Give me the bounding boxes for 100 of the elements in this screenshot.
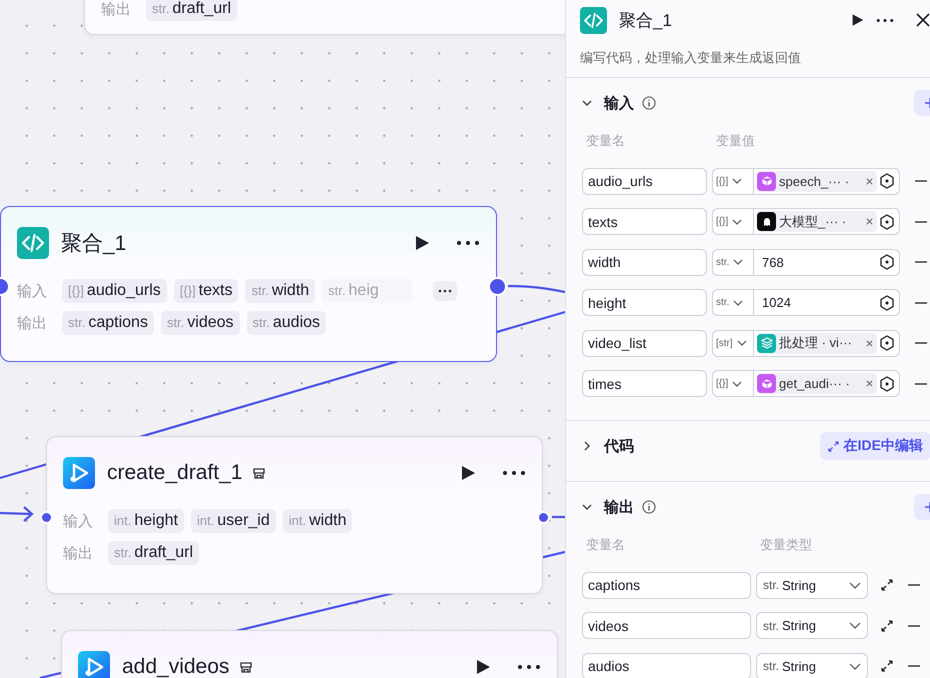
variable-tag: str. draft_url bbox=[108, 541, 200, 565]
reference-tag[interactable]: speech_··· · bbox=[757, 170, 877, 192]
name-field[interactable]: texts bbox=[582, 208, 707, 236]
variable-tag: str. videos bbox=[160, 311, 240, 335]
code-icon bbox=[17, 227, 49, 259]
caret-icon bbox=[849, 582, 861, 589]
connector-arrow bbox=[0, 506, 34, 522]
section-title: 代码 bbox=[604, 436, 634, 456]
info-icon bbox=[642, 500, 656, 514]
variable-picker-icon[interactable] bbox=[879, 335, 895, 352]
node-title: 聚合_1 bbox=[61, 231, 126, 257]
value-text[interactable]: 1024 bbox=[754, 295, 879, 310]
more-icon[interactable] bbox=[502, 470, 526, 476]
type-select[interactable]: [{}] bbox=[713, 168, 754, 194]
type-select[interactable]: str. bbox=[713, 290, 754, 316]
edit-in-ide-button[interactable]: 在IDE中编辑 bbox=[820, 432, 930, 460]
variable-picker-icon[interactable] bbox=[879, 173, 895, 190]
remove-icon[interactable] bbox=[915, 261, 927, 264]
name-field[interactable]: width bbox=[582, 248, 707, 276]
remove-icon[interactable] bbox=[915, 220, 927, 223]
remove-icon[interactable] bbox=[915, 342, 927, 344]
chevron-icon[interactable] bbox=[582, 98, 592, 108]
more-icon[interactable] bbox=[456, 240, 480, 246]
run-button[interactable] bbox=[851, 13, 864, 27]
type-select[interactable]: str. String bbox=[756, 612, 868, 640]
expand-icon[interactable] bbox=[881, 579, 893, 592]
node-card[interactable]: 聚合_1 输入 [{}] audio_urls [{}] texts str. width str. heig 输出 str. captions str. videos str. audios bbox=[0, 206, 497, 362]
name-field[interactable]: audios bbox=[582, 652, 751, 678]
clear-icon[interactable] bbox=[866, 380, 873, 388]
remove-icon[interactable] bbox=[908, 584, 920, 586]
type-select[interactable]: str. String bbox=[756, 652, 868, 678]
variable-tag: int. user_id bbox=[190, 509, 276, 533]
variable-picker-icon[interactable] bbox=[879, 254, 895, 270]
name-field[interactable]: audio_urls bbox=[582, 168, 707, 195]
variable-picker-icon[interactable] bbox=[879, 214, 895, 230]
reference-tag[interactable]: 大模型_··· · bbox=[757, 211, 877, 232]
type-select[interactable]: str. String bbox=[756, 572, 868, 599]
info-icon bbox=[642, 96, 656, 110]
name-field[interactable]: captions bbox=[582, 572, 751, 599]
port-dot[interactable] bbox=[40, 510, 52, 524]
remove-icon[interactable] bbox=[915, 180, 927, 182]
type-select[interactable]: [{}] bbox=[713, 209, 754, 234]
remove-icon[interactable] bbox=[908, 665, 920, 668]
column-header: 变量名 bbox=[586, 132, 626, 150]
close-icon[interactable] bbox=[916, 13, 930, 27]
name-field[interactable]: video_list bbox=[582, 330, 707, 357]
node-title: create_draft_1 bbox=[107, 461, 242, 485]
type-select[interactable]: [{}] bbox=[713, 371, 754, 396]
reference-tag[interactable]: 批处理 · vi··· bbox=[757, 332, 877, 354]
variable-tag: str. heig bbox=[322, 279, 412, 303]
expand-icon[interactable] bbox=[881, 620, 893, 632]
name-field[interactable]: height bbox=[582, 289, 707, 316]
column-header: 变量名 bbox=[586, 536, 626, 554]
expand-icon[interactable] bbox=[881, 660, 893, 672]
variable-picker-icon[interactable] bbox=[879, 294, 895, 311]
chevron-icon[interactable] bbox=[582, 502, 592, 512]
type-select[interactable]: [str] bbox=[713, 330, 754, 356]
variable-picker-icon[interactable] bbox=[879, 376, 895, 392]
connector-line bbox=[552, 516, 565, 518]
panel-description: 编写代码，处理输入变量来生成返回值 bbox=[566, 40, 930, 78]
run-button[interactable] bbox=[460, 465, 476, 481]
row-label: 输出 bbox=[101, 0, 132, 18]
reference-tag[interactable]: get_audi··· · bbox=[757, 373, 877, 394]
section-title: 输入 bbox=[604, 94, 634, 112]
connector-line bbox=[508, 284, 565, 294]
remove-icon[interactable] bbox=[915, 302, 927, 304]
panel-title: 聚合_1 bbox=[619, 10, 672, 32]
code-icon bbox=[580, 6, 607, 34]
node-card[interactable]: 输出 str. draft_url bbox=[84, 0, 565, 35]
variable-tag: str. audios bbox=[246, 311, 326, 335]
remove-icon[interactable] bbox=[908, 624, 920, 627]
caret-icon bbox=[732, 218, 742, 225]
more-icon[interactable] bbox=[876, 18, 894, 22]
caret-icon bbox=[736, 340, 747, 346]
variable-tag: str. captions bbox=[62, 311, 154, 335]
clear-icon[interactable] bbox=[866, 218, 873, 226]
run-button[interactable] bbox=[475, 659, 491, 675]
chevron-icon[interactable] bbox=[582, 441, 592, 451]
clear-icon[interactable] bbox=[866, 340, 873, 347]
variable-tag: str. width bbox=[245, 279, 316, 303]
node-title: add_videos bbox=[122, 655, 230, 678]
plugin-store-icon bbox=[239, 660, 254, 674]
variable-tag: int. height bbox=[108, 509, 184, 533]
dots-icon bbox=[438, 289, 452, 293]
name-field[interactable]: videos bbox=[582, 612, 751, 640]
column-header: 变量类型 bbox=[760, 536, 812, 554]
name-field[interactable]: times bbox=[582, 370, 707, 398]
node-card[interactable]: create_draft_1 输入 int. height int. user_id int. width 输出 str. draft_url bbox=[46, 436, 543, 594]
node-card[interactable]: add_videos bbox=[61, 630, 558, 678]
run-button[interactable] bbox=[414, 235, 430, 251]
variable-tag: [{}] audio_urls bbox=[62, 279, 167, 303]
variable-tag: int. width bbox=[282, 509, 352, 533]
clear-icon[interactable] bbox=[866, 178, 873, 185]
more-icon[interactable] bbox=[517, 664, 541, 670]
section-title: 输出 bbox=[604, 498, 634, 516]
caret-icon bbox=[732, 380, 742, 387]
type-select[interactable]: str. bbox=[713, 250, 754, 275]
remove-icon[interactable] bbox=[915, 382, 927, 385]
value-text[interactable]: 768 bbox=[754, 254, 879, 270]
more-tags-button[interactable] bbox=[433, 281, 458, 301]
